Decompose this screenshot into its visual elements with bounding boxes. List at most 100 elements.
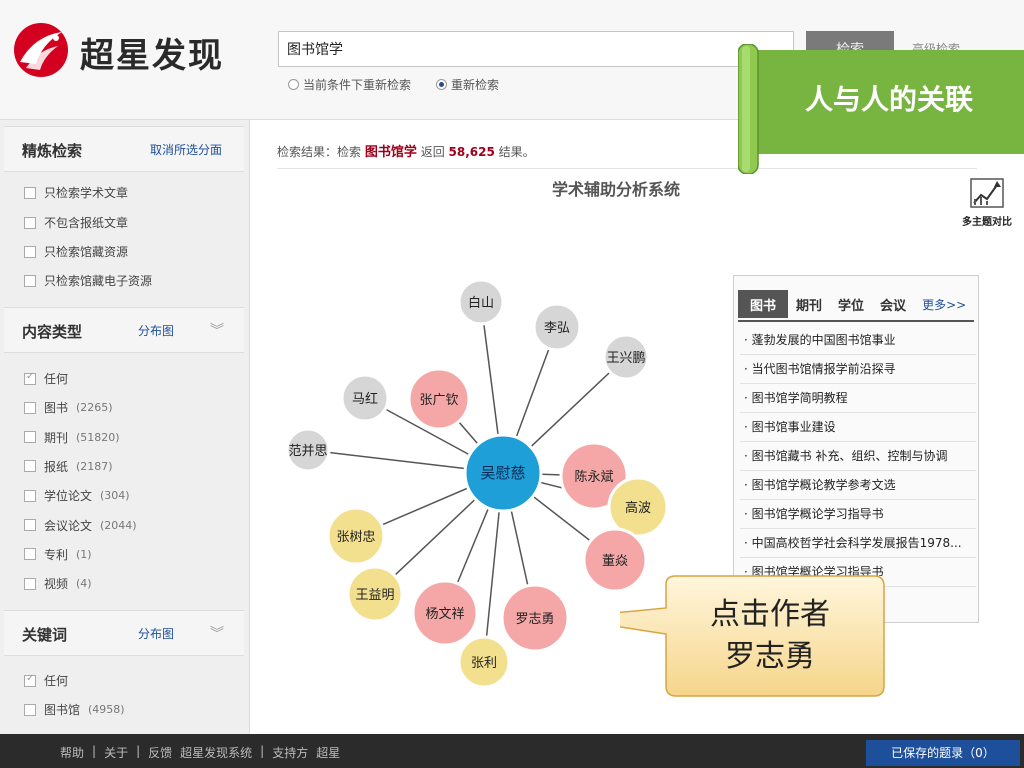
footer-link[interactable]: 超星发现系统 [180,744,252,761]
checkbox[interactable] [24,216,36,229]
tab-2[interactable]: 学位 [830,290,872,318]
facet-option[interactable]: 图书 (2265) [24,399,113,416]
book-list-item[interactable]: · 图书馆学简明教程 [740,384,976,413]
checkbox[interactable] [24,401,36,414]
search-box[interactable] [278,31,794,67]
footer-separator: | [260,744,265,758]
checkbox[interactable] [24,703,36,716]
footer-link[interactable]: 关于 [104,744,128,761]
result-keyword: 图书馆学 [364,145,417,160]
center-author-node[interactable]: 吴慰慈 [463,433,543,513]
footer-link[interactable]: 超星 [316,744,340,761]
multi-topic-compare-button[interactable]: 多主题对比 [956,175,1018,231]
author-node[interactable]: 范并思 [285,427,331,473]
node-label: 白山 [468,295,494,311]
facet-sidebar: 精炼检索 取消所选分面 只检索学术文章 不包含报纸文章 只检索馆藏资源 只检索馆… [0,120,250,734]
cancel-facets-link[interactable]: 取消所选分面 [150,141,222,158]
facet-option[interactable]: 会议论文 (2044) [24,517,137,534]
radio-button[interactable] [288,79,299,90]
logo[interactable]: 超星发现 [12,22,252,78]
search-input[interactable] [279,32,793,66]
facet-option[interactable]: 任何 [24,672,76,689]
related-items-panel: 图书 期刊 学位 会议 更多>> · 蓬勃发展的中国图书馆事业 · 当代图书馆情报学前沿探… [733,275,979,623]
checkbox[interactable] [24,548,36,561]
checkbox[interactable] [24,371,36,385]
tab-more[interactable]: 更多>> [914,290,974,318]
resource-tabs: 图书 期刊 学位 会议 更多>> [738,290,974,318]
facet-option[interactable]: 专利 (1) [24,546,92,563]
author-node[interactable]: 高波 [607,476,669,538]
footer-separator: | [92,744,97,758]
checkbox[interactable] [24,577,36,590]
checkbox[interactable] [24,245,36,258]
checkbox[interactable] [24,673,36,687]
result-count: 58,625 [448,145,495,159]
node-label: 张利 [471,656,497,671]
book-list-item[interactable]: · 图书馆藏书 补充、组织、控制与协调 [740,442,976,471]
facet-option[interactable]: 视频 (4) [24,575,92,592]
author-node[interactable]: 王益明 [346,565,404,623]
radio-button-selected[interactable] [436,79,447,90]
author-node[interactable]: 罗志勇 [500,583,570,653]
footer: 帮助 | 关于 | 反馈 超星发现系统 | 支持方 超星 已保存的题录（0） [0,734,1024,768]
radio-new-search[interactable]: 重新检索 [436,76,499,93]
annotation-banner: 人与人的关联 [738,44,1024,174]
node-label: 罗志勇 [515,612,554,627]
author-node[interactable]: 王兴鹏 [602,333,650,381]
checkbox[interactable] [24,431,36,444]
checkbox[interactable] [24,489,36,502]
result-summary: 检索结果：检索 图书馆学 返回 58,625 结果。 [277,145,535,160]
book-list-item[interactable]: · 当代图书馆情报学前沿探寻 [740,355,976,384]
brand-name: 超星发现 [80,36,224,76]
tab-1[interactable]: 期刊 [788,290,830,318]
saved-records-button[interactable]: 已保存的题录（0） [866,740,1020,766]
facet-option[interactable]: 报纸 (2187) [24,458,113,475]
book-list-item[interactable]: · 中国高校哲学社会科学发展报告1978... [740,529,976,558]
facet-option[interactable]: 学位论文 (304) [24,487,130,504]
keywords-title: 关键词 [22,626,68,644]
radio-research-within[interactable]: 当前条件下重新检索 [288,76,411,93]
node-label: 李弘 [544,321,570,336]
node-label: 陈永斌 [574,469,613,485]
author-node[interactable]: 张利 [457,635,511,689]
refine-header: 精炼检索 取消所选分面 [4,126,244,172]
node-label: 杨文祥 [425,607,464,622]
book-list-item[interactable]: · 图书馆学概论教学参考文选 [740,471,976,500]
analysis-system-title: 学术辅助分析系统 [551,180,680,199]
book-list-item[interactable]: · 图书馆事业建设 [740,413,976,442]
checkbox[interactable] [24,519,36,531]
book-list-item[interactable]: · 蓬勃发展的中国图书馆事业 [740,326,976,355]
author-node[interactable]: 张树忠 [326,506,386,566]
author-node[interactable]: 杨文祥 [411,579,479,647]
content-type-chart-link[interactable]: 分布图 [138,322,174,339]
checkbox[interactable] [24,274,36,287]
content-type-title: 内容类型 [22,323,83,341]
book-list-item[interactable]: · 图书馆学概论学习指导书 [740,500,976,529]
tab-0[interactable]: 图书 [738,290,789,318]
facet-option[interactable]: 图书馆 (4958) [24,701,125,718]
refine-option[interactable]: 不包含报纸文章 [24,214,128,231]
author-node[interactable]: 白山 [457,278,505,326]
keywords-chart-link[interactable]: 分布图 [138,625,174,642]
footer-link[interactable]: 反馈 [148,744,172,761]
footer-link[interactable]: 支持方 [272,744,308,761]
refine-option[interactable]: 只检索馆藏电子资源 [24,272,152,289]
node-label: 马红 [352,391,378,407]
footer-separator: | [136,744,141,758]
author-node[interactable]: 李弘 [532,302,582,352]
node-label: 王兴鹏 [606,351,645,366]
trend-chart-icon [970,178,1004,208]
callout-text: 点击作者 罗志勇 [710,597,830,674]
author-node[interactable]: 张广钦 [407,367,471,431]
footer-link[interactable]: 帮助 [60,744,84,761]
chevron-double-down-icon[interactable]: ︾ [210,623,224,643]
footer-links: 帮助 | 关于 | 反馈 超星发现系统 | 支持方 超星 [60,744,340,761]
tab-3[interactable]: 会议 [872,290,914,318]
facet-option[interactable]: 任何 [24,370,76,387]
node-label: 董焱 [602,554,628,569]
facet-option[interactable]: 期刊 (51820) [24,429,120,446]
chevron-double-down-icon[interactable]: ︾ [210,320,224,340]
refine-option[interactable]: 只检索馆藏资源 [24,243,128,260]
checkbox[interactable] [24,460,36,473]
author-node[interactable]: 马红 [340,373,390,423]
